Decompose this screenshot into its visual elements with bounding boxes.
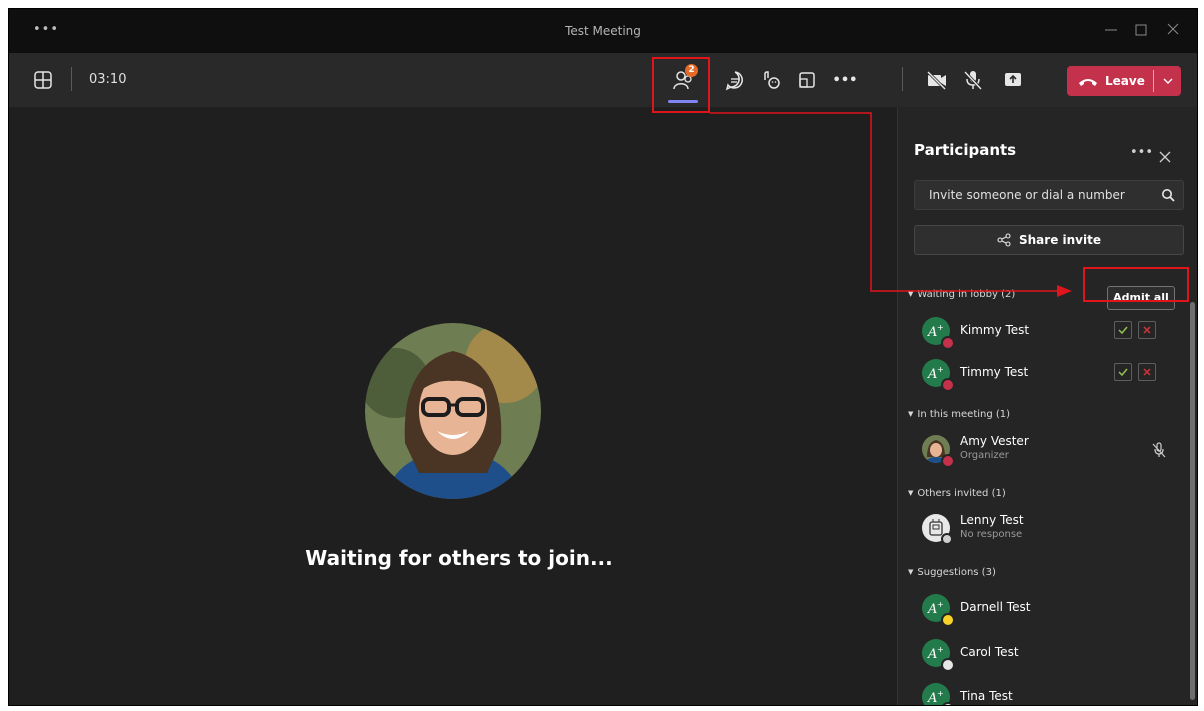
annotation-arrow xyxy=(710,112,1072,297)
teams-meeting-window: ••• Test Meeting 03:10 2 ••• Leave Waiti… xyxy=(8,8,1198,706)
